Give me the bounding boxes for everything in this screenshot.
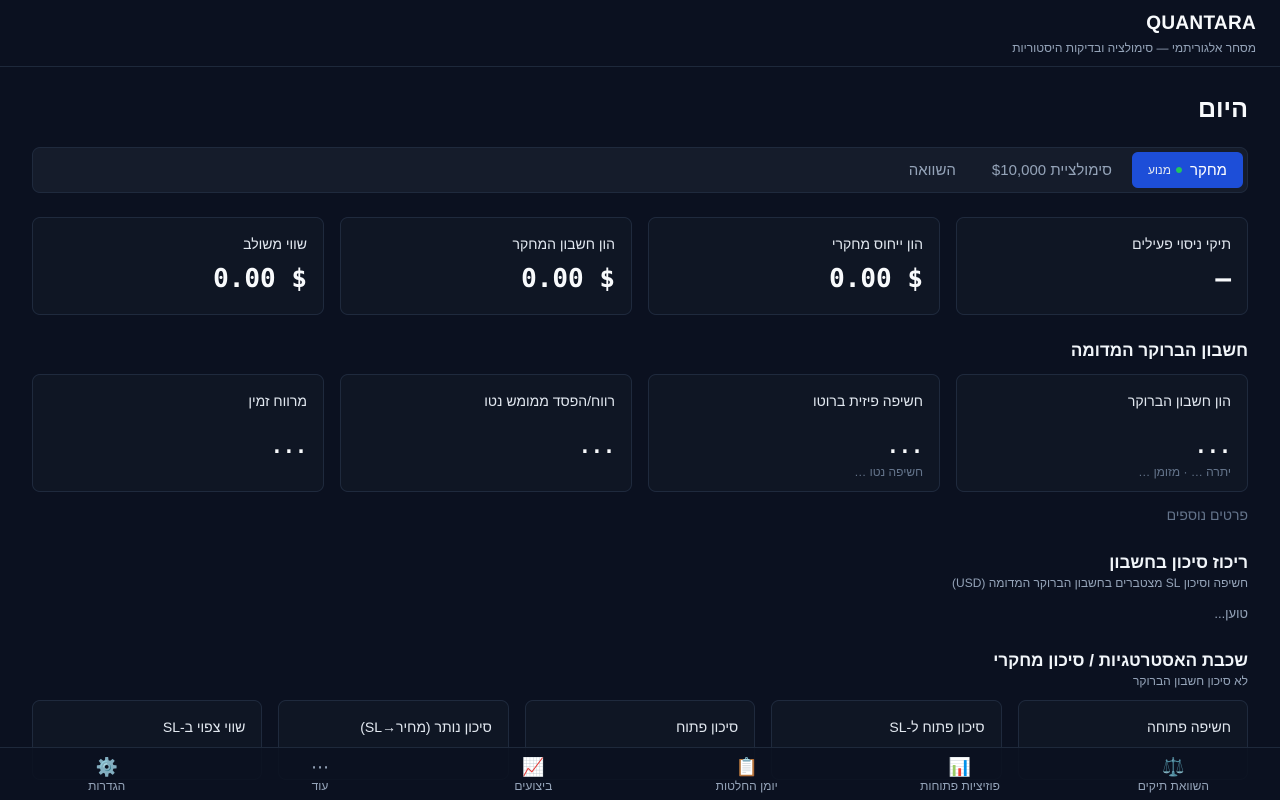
card-value: $ 0.00 bbox=[829, 264, 923, 294]
card-value: ... bbox=[1194, 434, 1231, 458]
card-value: ... bbox=[886, 434, 923, 458]
broker-card-equity: הון חשבון הברוקר ... יתרה … · מזומן … bbox=[956, 374, 1248, 492]
nav-item-open-positions[interactable]: 📊 פוזיציות פתוחות bbox=[890, 756, 1030, 793]
card-label: סיכון נותר (מחיר→SL) bbox=[360, 719, 492, 735]
clipboard-icon: 📋 bbox=[735, 756, 758, 777]
app-root: QUANTARA מסחר אלגוריתמי — סימולציה ובדיק… bbox=[0, 0, 1280, 800]
summary-cards: תיקי ניסוי פעילים — הון ייחוס מחקרי $ 0.… bbox=[32, 217, 1248, 315]
broker-section-title: חשבון הברוקר המדומה bbox=[1070, 341, 1248, 360]
card-value: ... bbox=[578, 434, 615, 458]
nav-item-performance[interactable]: 📈 ביצועים bbox=[463, 756, 603, 793]
card-label: הון חשבון הברוקר bbox=[1127, 393, 1231, 409]
summary-card-active-portfolios: תיקי ניסוי פעילים — bbox=[956, 217, 1248, 315]
broker-card-realized-pnl: רווח/הפסד ממומש נטו ... bbox=[340, 374, 632, 492]
broker-card-available-margin: מרווח זמין ... bbox=[32, 374, 324, 492]
broker-cards: הון חשבון הברוקר ... יתרה … · מזומן … חש… bbox=[32, 374, 1248, 492]
summary-card-combined-value: שווי משולב $ 0.00 bbox=[32, 217, 324, 315]
mode-switcher: מחקר מנוע סימולציית $10,000 השוואה bbox=[32, 147, 1248, 193]
card-value: $ 0.00 bbox=[213, 264, 307, 294]
nav-item-label: יומן החלטות bbox=[715, 778, 778, 793]
trend-chart-icon: 📈 bbox=[522, 756, 545, 777]
engine-status-label: מנוע bbox=[1147, 163, 1171, 177]
nav-item-settings[interactable]: ⚙️ הגדרות bbox=[37, 756, 177, 793]
nav-item-portfolio-compare[interactable]: ⚖️ השוואת תיקים bbox=[1103, 756, 1243, 793]
card-label: חשיפה פיזית ברוטו bbox=[813, 393, 923, 409]
page-title: היום bbox=[1198, 95, 1248, 123]
card-label: סיכון פתוח ל-SL bbox=[889, 719, 985, 735]
main-content: היום מחקר מנוע סימולציית $10,000 השוואה … bbox=[0, 94, 1280, 780]
card-label: תיקי ניסוי פעילים bbox=[1132, 236, 1231, 252]
card-value: $ 0.00 bbox=[521, 264, 615, 294]
risk-section-subtitle: חשיפה וסיכון SL מצטברים בחשבון הברוקר המ… bbox=[952, 576, 1248, 590]
brand-logo[interactable]: QUANTARA bbox=[24, 12, 1256, 36]
card-label: סיכון פתוח bbox=[676, 719, 739, 735]
strategy-section-title: שכבת האסטרטגיות / סיכון מחקרי bbox=[993, 651, 1248, 670]
bottom-navigation: ⚖️ השוואת תיקים 📊 פוזיציות פתוחות 📋 יומן… bbox=[0, 747, 1280, 800]
card-label: רווח/הפסד ממומש נטו bbox=[484, 393, 615, 409]
gear-icon: ⚙️ bbox=[95, 756, 118, 777]
risk-loading-text: טוען... bbox=[1214, 606, 1248, 621]
card-label: הון ייחוס מחקרי bbox=[831, 236, 923, 252]
card-label: שווי משולב bbox=[243, 236, 307, 252]
nav-item-label: השוואת תיקים bbox=[1137, 778, 1209, 793]
engine-status: מנוע bbox=[1148, 163, 1182, 177]
broker-card-gross-exposure: חשיפה פיזית ברוטו ... חשיפה נטו … bbox=[648, 374, 940, 492]
nav-item-label: ביצועים bbox=[514, 778, 553, 793]
card-label: הון חשבון המחקר bbox=[512, 236, 615, 252]
nav-item-more[interactable]: ⋯ עוד bbox=[250, 756, 390, 793]
top-header: QUANTARA מסחר אלגוריתמי — סימולציה ובדיק… bbox=[0, 0, 1280, 67]
card-label: שווי צפוי ב-SL bbox=[162, 719, 246, 735]
risk-section-title: ריכוז סיכון בחשבון bbox=[1109, 553, 1248, 572]
scales-icon: ⚖️ bbox=[1162, 756, 1185, 777]
brand-tagline: מסחר אלגוריתמי — סימולציה ובדיקות היסטור… bbox=[1012, 41, 1256, 55]
bar-chart-icon: 📊 bbox=[948, 756, 972, 777]
mode-tab-simulation[interactable]: סימולציית $10,000 bbox=[976, 152, 1128, 188]
mode-tab-research[interactable]: מחקר מנוע bbox=[1131, 152, 1243, 188]
summary-card-reference-equity: הון ייחוס מחקרי $ 0.00 bbox=[648, 217, 940, 315]
mode-tab-compare[interactable]: השוואה bbox=[893, 152, 972, 188]
card-sub: יתרה … · מזומן … bbox=[1138, 465, 1231, 479]
card-label: חשיפה פתוחה bbox=[1146, 719, 1231, 735]
card-value: — bbox=[1215, 264, 1231, 294]
nav-item-label: הגדרות bbox=[88, 778, 126, 793]
mode-tab-research-label: מחקר bbox=[1189, 161, 1227, 179]
card-sub: חשיפה נטו … bbox=[854, 465, 923, 479]
mode-tab-compare-label: השוואה bbox=[908, 161, 956, 179]
nav-item-label: פוזיציות פתוחות bbox=[920, 778, 1000, 793]
more-details-link[interactable]: פרטים נוספים bbox=[32, 506, 1248, 524]
more-dots-icon: ⋯ bbox=[311, 756, 330, 777]
strategy-section-subtitle: לא סיכון חשבון הברוקר bbox=[1132, 674, 1248, 688]
nav-item-decision-log[interactable]: 📋 יומן החלטות bbox=[677, 756, 817, 793]
card-label: מרווח זמין bbox=[248, 393, 307, 409]
card-value: ... bbox=[270, 434, 307, 458]
mode-tab-simulation-label: סימולציית $10,000 bbox=[991, 161, 1112, 179]
summary-card-research-equity: הון חשבון המחקר $ 0.00 bbox=[340, 217, 632, 315]
engine-status-dot-icon bbox=[1175, 167, 1182, 173]
nav-item-label: עוד bbox=[311, 778, 329, 793]
